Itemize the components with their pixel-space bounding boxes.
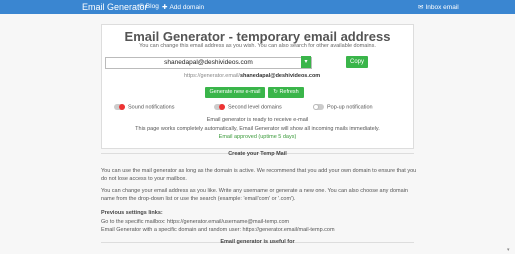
intro-paragraph-1: You can use the mail generator as long a… [101, 168, 417, 182]
approved-status: Email approved (uptime 5 days) [218, 134, 297, 140]
refresh-icon: ↻ [273, 89, 278, 95]
nav-blog-link[interactable]: ℗ Blog [139, 3, 159, 10]
popup-notification-toggle[interactable]: Pop-up notification [313, 104, 373, 110]
nav-add-domain-link[interactable]: ✚ Add domain [162, 3, 204, 11]
toggle-switch-icon[interactable] [114, 104, 125, 110]
rss-icon: ℗ [139, 3, 144, 10]
copy-button[interactable]: Copy [346, 56, 368, 68]
previous-settings-line-2: Email Generator with a specific domain a… [101, 227, 335, 233]
previous-settings-heading: Previous settings links: [101, 210, 163, 216]
sound-notifications-toggle[interactable]: Sound notifications [114, 104, 174, 110]
toggle-switch-icon[interactable] [313, 104, 324, 110]
second-level-domains-toggle[interactable]: Second level domains [214, 104, 282, 110]
inbox-icon: ✉ [418, 4, 424, 11]
scroll-down-arrow-icon[interactable]: ▾ [507, 247, 510, 253]
nav-inbox-link[interactable]: ✉ Inbox email [418, 3, 459, 11]
refresh-label: Refresh [279, 89, 299, 95]
domain-dropdown-button[interactable]: ▾ [301, 56, 311, 68]
page-title: Email Generator - temporary email addres… [124, 29, 391, 44]
section-title-useful: Email generator is useful for [220, 239, 295, 245]
brand-link[interactable]: Email Generator [82, 2, 148, 12]
section-title-create: Create your Temp Mail [228, 151, 287, 157]
top-navbar: Email Generator ℗ Blog ✚ Add domain ✉ Inbox… [0, 0, 515, 14]
mailbox-url[interactable]: https://generator.email/shanedapal@deshi… [184, 73, 320, 79]
chevron-down-icon: ▾ [304, 59, 308, 65]
refresh-button[interactable]: ↻ Refresh [268, 87, 304, 98]
intro-paragraph-2: You can change your email address as you… [101, 188, 408, 202]
url-address: shanedapal@deshivideos.com [239, 73, 321, 79]
toggle-switch-icon[interactable] [214, 104, 225, 110]
generate-email-button[interactable]: Generate new e-mail [205, 87, 265, 98]
status-ready: Email generator is ready to receive e-ma… [206, 117, 309, 123]
generator-card: Email Generator - temporary email addres… [101, 24, 414, 149]
url-prefix: https://generator.email/ [184, 73, 240, 79]
status-auto: This page works completely automatically… [135, 126, 380, 132]
page-subtitle: You can change this email address as you… [139, 43, 376, 49]
previous-settings-line-1: Go to the specific mailbox: https://gene… [101, 219, 290, 225]
email-input[interactable]: shanedapal@deshivideos.com [105, 57, 312, 69]
add-domain-icon: ✚ [162, 4, 168, 11]
